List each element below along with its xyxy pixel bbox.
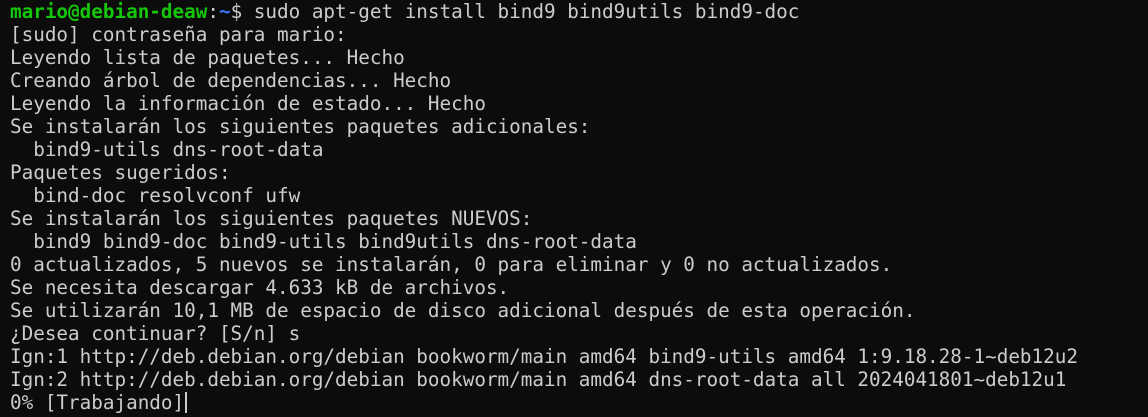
output-line: ¿Desea continuar? [S/n] s: [10, 322, 301, 345]
output-line: Leyendo la información de estado... Hech…: [10, 92, 486, 115]
command-text: sudo apt-get install bind9 bind9utils bi…: [253, 0, 800, 23]
output-line: 0 actualizados, 5 nuevos se instalarán, …: [10, 253, 893, 276]
terminal-window[interactable]: mario@debian-deaw:~$ sudo apt-get instal…: [0, 0, 1148, 417]
prompt-separator: :: [207, 0, 219, 23]
prompt-symbol: $: [230, 0, 254, 23]
prompt-line: mario@debian-deaw:~$ sudo apt-get instal…: [10, 0, 1148, 23]
progress-text: 0% [Trabajando]: [10, 391, 185, 414]
output-line: bind9-utils dns-root-data: [10, 138, 324, 161]
output-line: [sudo] contraseña para mario:: [10, 23, 347, 46]
output-line: Ign:2 http://deb.debian.org/debian bookw…: [10, 368, 1067, 391]
output-line: bind9 bind9-doc bind9-utils bind9utils d…: [10, 230, 637, 253]
output-line: Se instalarán los siguientes paquetes NU…: [10, 207, 533, 230]
output-line: Paquetes sugeridos:: [10, 161, 231, 184]
output-line: Se utilizarán 10,1 MB de espacio de disc…: [10, 299, 916, 322]
output-line: Leyendo lista de paquetes... Hecho: [10, 46, 405, 69]
output-line: bind-doc resolvconf ufw: [10, 184, 301, 207]
output-line: Ign:1 http://deb.debian.org/debian bookw…: [10, 345, 1078, 368]
output-line: Creando árbol de dependencias... Hecho: [10, 69, 452, 92]
text-cursor: [185, 392, 188, 413]
output-line: Se instalarán los siguientes paquetes ad…: [10, 115, 591, 138]
prompt-user-host: mario@debian-deaw: [10, 0, 208, 23]
progress-line: 0% [Trabajando]: [10, 391, 1148, 414]
output-line: Se necesita descargar 4.633 kB de archiv…: [10, 276, 510, 299]
prompt-path: ~: [218, 0, 231, 23]
